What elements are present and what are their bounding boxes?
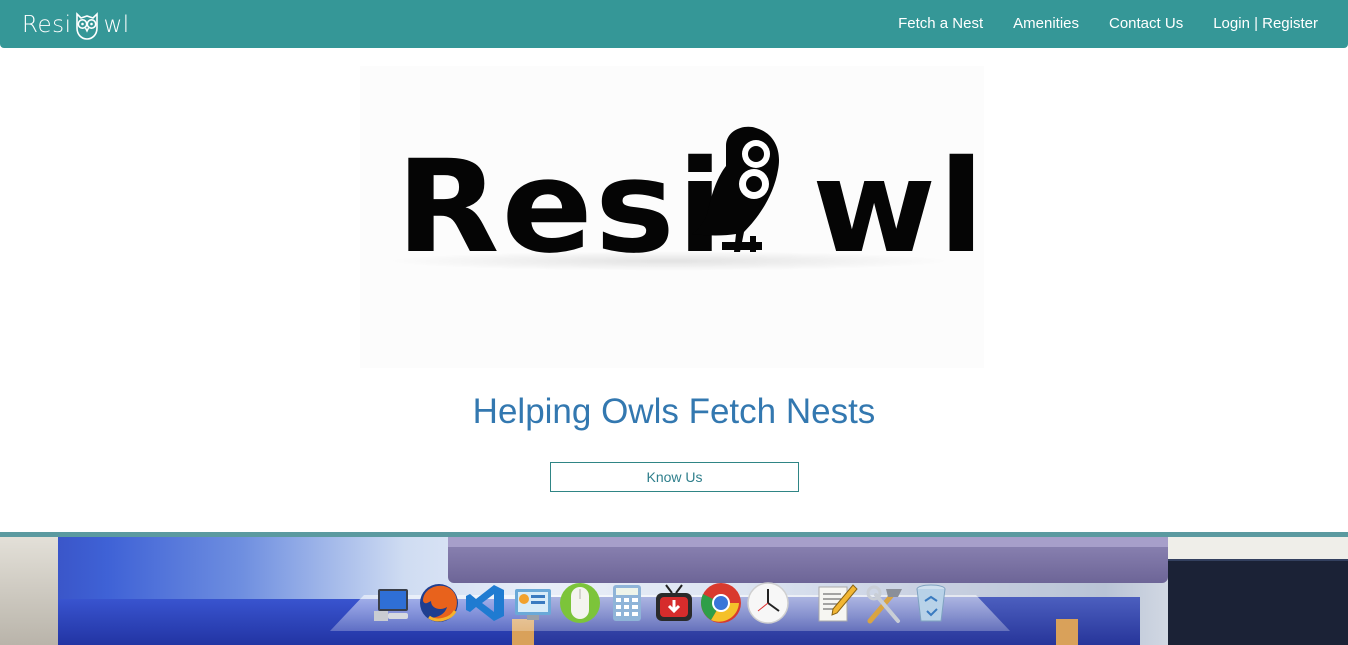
banner-sofa-top: [448, 537, 1168, 547]
hero-logo-image: Resi wl: [360, 66, 984, 368]
clock-icon[interactable]: [746, 581, 790, 625]
nav-links: Fetch a Nest Amenities Contact Us Login …: [868, 0, 1318, 46]
nav-link-amenities[interactable]: Amenities: [1013, 15, 1079, 32]
downloader-icon[interactable]: [652, 581, 696, 625]
visual-studio-code-icon[interactable]: [464, 581, 508, 625]
nav-link-login-register[interactable]: Login | Register: [1213, 15, 1318, 32]
firefox-icon[interactable]: [417, 581, 461, 625]
mouse-icon[interactable]: [558, 581, 602, 625]
owl-logo-icon: [692, 126, 780, 252]
text-editor-icon[interactable]: [815, 581, 859, 625]
hero-logo-text-suffix: wl: [812, 133, 987, 282]
nav-link-contact-us[interactable]: Contact Us: [1109, 15, 1183, 32]
hero-logo-text-prefix: Resi: [396, 133, 726, 282]
hero-banner-image: [0, 537, 1348, 645]
banner-wall: [0, 537, 58, 645]
owl-logo-icon: [76, 12, 99, 40]
app-dock: [370, 577, 956, 625]
banner-sofa-leg: [1056, 619, 1078, 645]
brand-text-suffix: wl: [103, 12, 130, 38]
banner-table: [1168, 561, 1348, 645]
nav-link-fetch-a-nest[interactable]: Fetch a Nest: [898, 15, 983, 32]
brand-logo[interactable]: Resi wl: [22, 8, 130, 42]
top-navbar: Resi wl Fetch a Nest Amenities Contact U…: [0, 0, 1348, 48]
computer-icon[interactable]: [370, 581, 414, 625]
brand-text-prefix: Resi: [22, 12, 72, 38]
system-tools-icon[interactable]: [862, 581, 906, 625]
know-us-button[interactable]: Know Us: [550, 462, 799, 492]
hero-tagline: Helping Owls Fetch Nests: [472, 392, 876, 431]
recycle-bin-icon[interactable]: [909, 581, 953, 625]
calculator-icon[interactable]: [605, 581, 649, 625]
control-panel-icon[interactable]: [511, 581, 555, 625]
chrome-icon[interactable]: [699, 581, 743, 625]
